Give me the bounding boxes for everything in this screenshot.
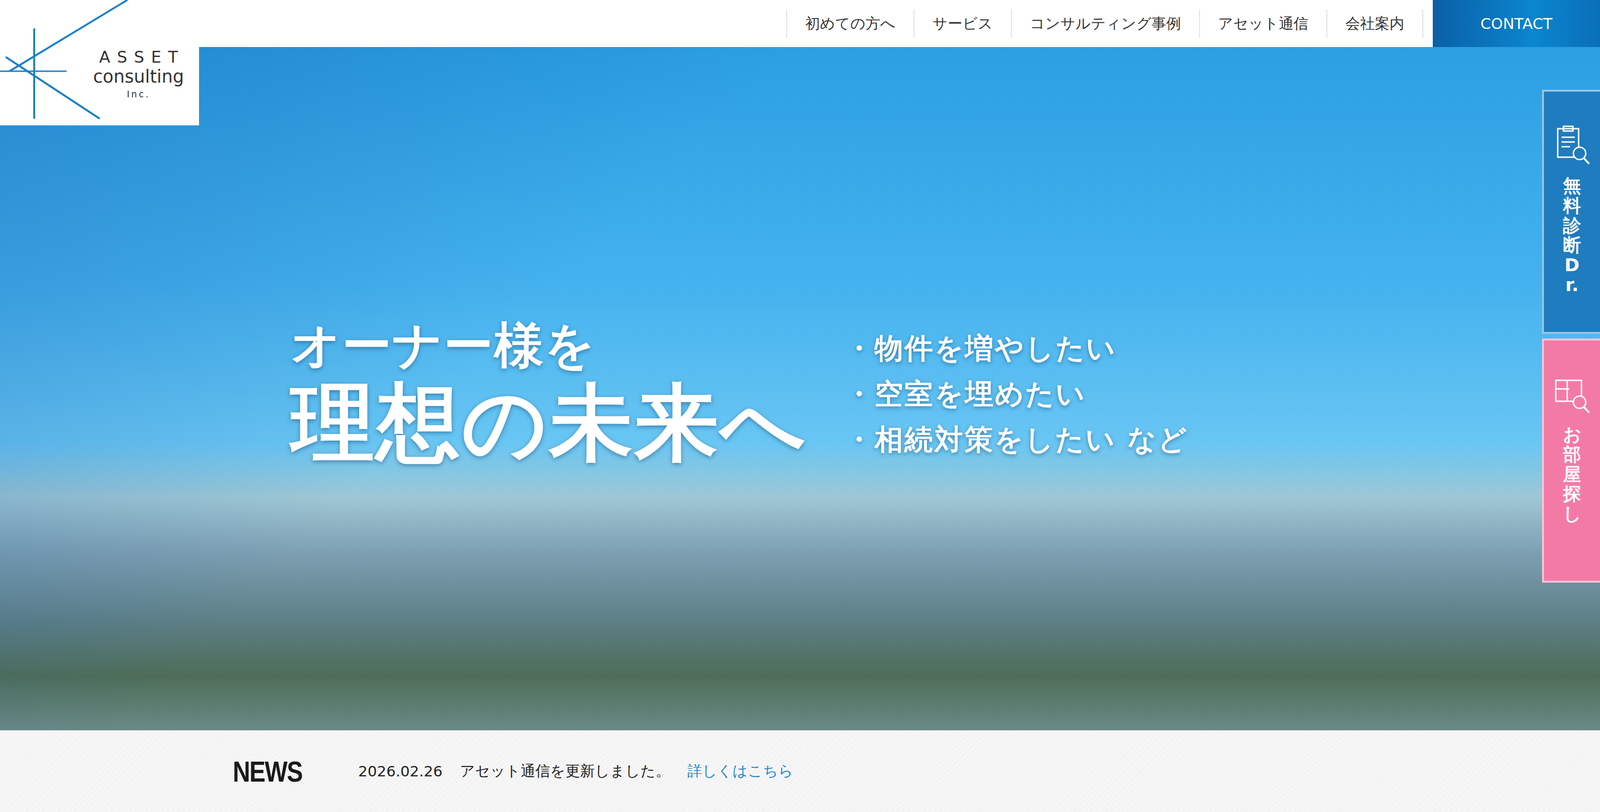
nav-item[interactable]: 会社案内: [1326, 9, 1424, 39]
logo-asset: ASSET: [99, 47, 185, 67]
hero-heading-small: オーナー様を: [290, 315, 808, 376]
hero-bullet: ・空室を埋めたい: [844, 375, 1189, 413]
contact-button[interactable]: CONTACT: [1432, 0, 1600, 48]
side-tab-label: 無料診断Dr.: [1562, 176, 1581, 296]
hero-content: オーナー様を理想の未来へ・物件を増やしたい・空室を埋めたい・相続対策をしたい な…: [0, 315, 1189, 472]
site-logo[interactable]: ASSETconsultingInc.: [0, 0, 200, 126]
hero-bullets: ・物件を増やしたい・空室を埋めたい・相続対策をしたい など: [844, 329, 1189, 458]
news-item: 2026.02.26 アセット通信を更新しました。詳しくはこちら: [358, 761, 794, 782]
diagnosis-clipboard-icon: [1552, 124, 1591, 168]
hero-heading: オーナー様を理想の未来へ: [290, 315, 808, 472]
logo-text: ASSETconsultingInc.: [93, 47, 184, 102]
news-text: アセット通信を更新しました。: [459, 761, 671, 782]
nav-item[interactable]: アセット通信: [1199, 9, 1327, 39]
news-bar: NEWS 2026.02.26 アセット通信を更新しました。詳しくはこちら: [0, 730, 1600, 812]
nav-item[interactable]: 初めての方へ: [786, 9, 914, 39]
hero-heading-large: 理想の未来へ: [290, 375, 808, 472]
news-label: NEWS: [232, 754, 303, 789]
hero-banner: オーナー様を理想の未来へ・物件を増やしたい・空室を埋めたい・相続対策をしたい な…: [0, 47, 1600, 731]
side-tab[interactable]: 無料診断Dr.: [1542, 89, 1600, 334]
news-date: 2026.02.26: [358, 762, 443, 781]
side-tab-label: お部屋探し: [1562, 425, 1581, 525]
main-nav: 初めての方へサービスコンサルティング事例アセット通信会社案内: [786, 0, 1424, 48]
news-link[interactable]: 詳しくはこちら: [687, 761, 794, 782]
nav-item[interactable]: コンサルティング事例: [1010, 9, 1200, 39]
site-header: 初めての方へサービスコンサルティング事例アセット通信会社案内CONTACT: [0, 0, 1600, 48]
logo-inc: Inc.: [126, 86, 151, 102]
logo-consulting: consulting: [93, 66, 184, 88]
hero-bullet: ・相続対策をしたい など: [844, 420, 1189, 458]
hero-bullet: ・物件を増やしたい: [844, 329, 1189, 367]
room-search-icon: [1552, 373, 1591, 417]
side-tab[interactable]: お部屋探し: [1542, 338, 1600, 583]
nav-item[interactable]: サービス: [913, 9, 1011, 39]
